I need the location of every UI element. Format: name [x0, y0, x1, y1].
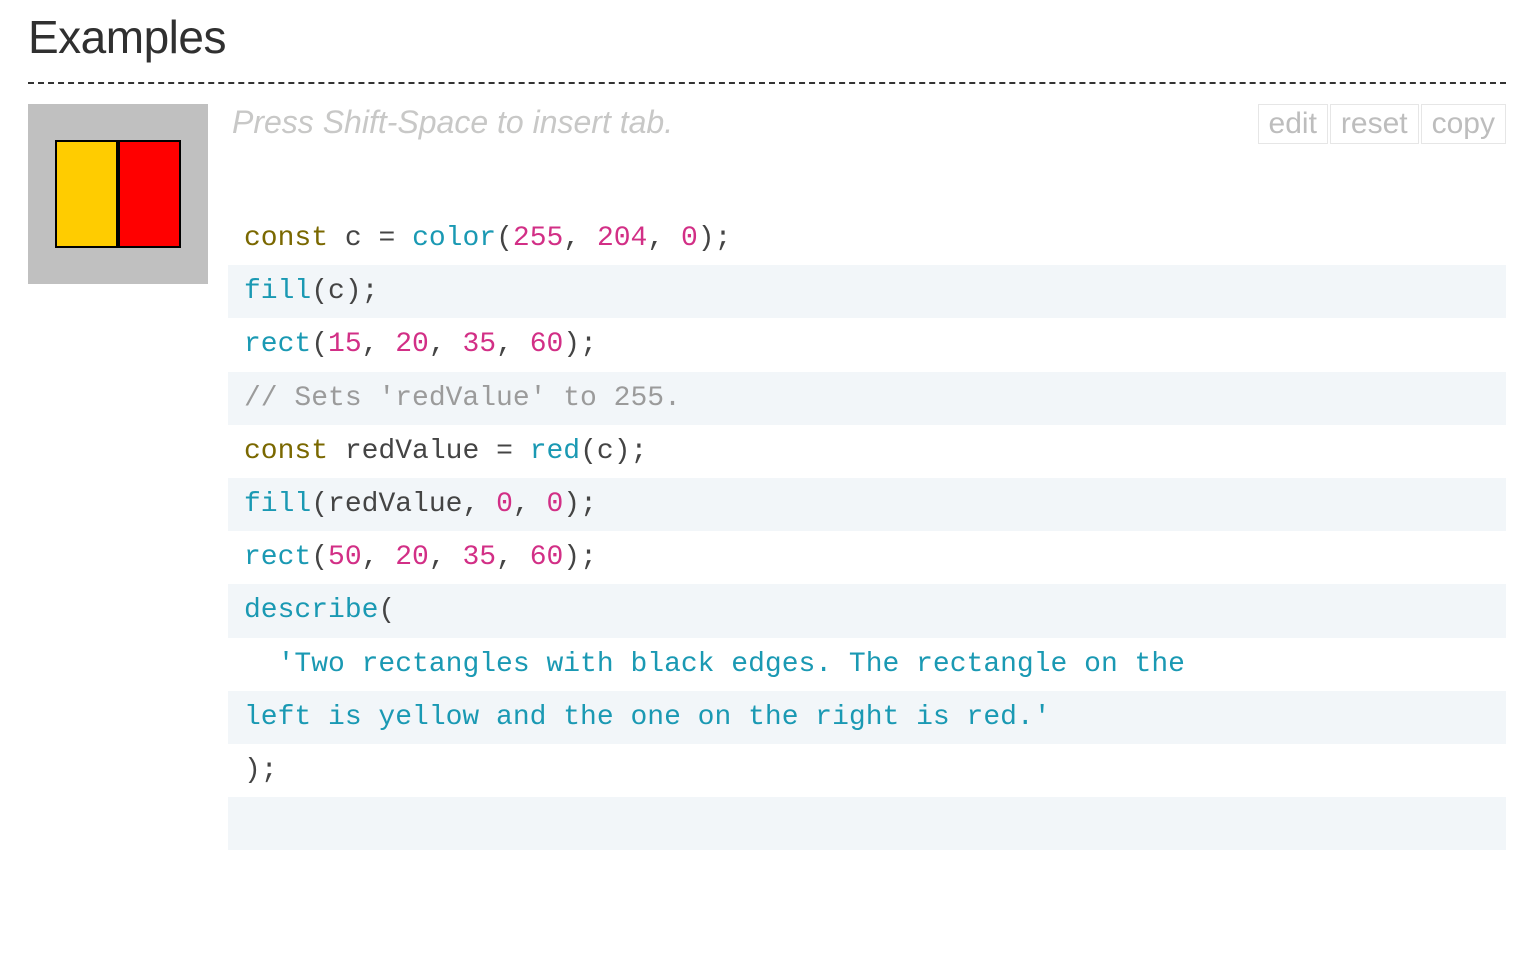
section-title: Examples: [28, 10, 1506, 64]
example-page: Examples Press Shift-Space to insert tab…: [0, 0, 1534, 850]
code-line: fill(redValue, 0, 0);: [228, 478, 1506, 531]
code-line: rect(15, 20, 35, 60);: [228, 318, 1506, 371]
code-block[interactable]: const c = color(255, 204, 0);fill(c);rec…: [228, 152, 1506, 850]
code-line: const redValue = red(c);: [228, 425, 1506, 478]
code-line: 'Two rectangles with black edges. The re…: [228, 638, 1506, 691]
reset-button[interactable]: reset: [1330, 104, 1419, 144]
code-line: [228, 797, 1506, 850]
canvas-preview: [28, 104, 208, 284]
canvas-rect: [118, 140, 181, 248]
code-line: describe(: [228, 584, 1506, 637]
code-line: fill(c);: [228, 265, 1506, 318]
code-line: rect(50, 20, 35, 60);: [228, 531, 1506, 584]
code-line: const c = color(255, 204, 0);: [228, 212, 1506, 265]
code-line: // Sets 'redValue' to 255.: [228, 372, 1506, 425]
code-line: left is yellow and the one on the right …: [228, 691, 1506, 744]
canvas-rect: [55, 140, 118, 248]
hint-text: Press Shift-Space to insert tab.: [232, 104, 673, 141]
code-line: );: [228, 744, 1506, 797]
example-row: Press Shift-Space to insert tab. edit re…: [28, 104, 1506, 850]
action-buttons: edit reset copy: [1258, 104, 1506, 144]
edit-button[interactable]: edit: [1258, 104, 1328, 144]
copy-button[interactable]: copy: [1421, 104, 1506, 144]
code-header: Press Shift-Space to insert tab. edit re…: [228, 104, 1506, 152]
code-panel: Press Shift-Space to insert tab. edit re…: [228, 104, 1506, 850]
divider: [28, 82, 1506, 84]
